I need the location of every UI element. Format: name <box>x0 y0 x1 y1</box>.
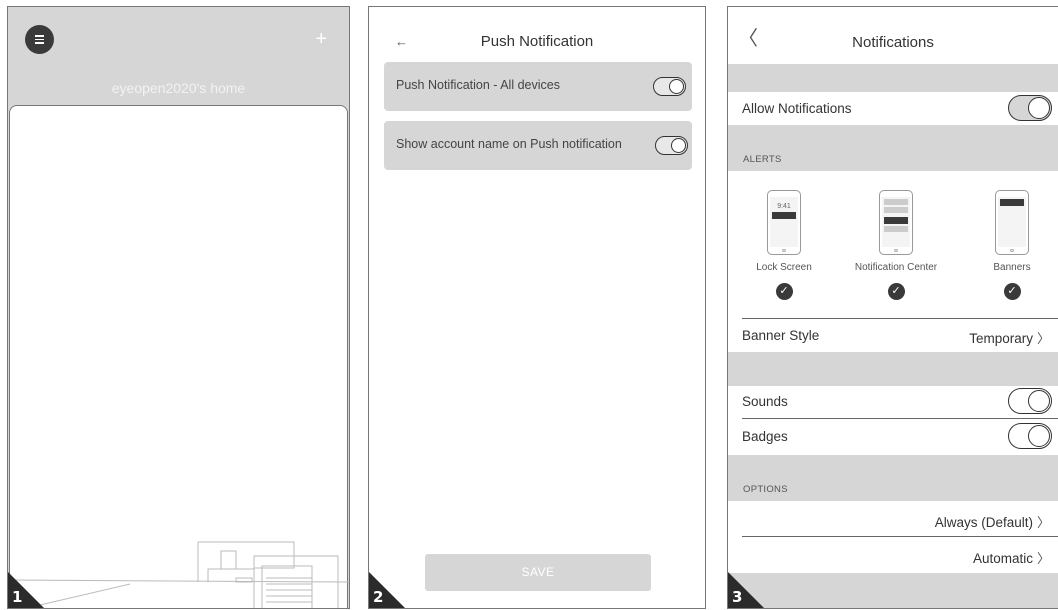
banner-style-value: Temporary 〉 <box>969 331 1050 346</box>
toggle-knob <box>671 138 686 153</box>
chevron-right-icon: 〉 <box>1036 331 1050 346</box>
spacer <box>728 573 1058 608</box>
notifications-settings-panel: 〈 Notifications Allow Notifications ALER… <box>727 6 1058 609</box>
badges-label: Badges <box>742 429 788 444</box>
show-previews-row[interactable]: Always (Default) 〉 <box>728 501 1058 536</box>
save-button[interactable]: SAVE <box>425 554 651 591</box>
alert-label: Banners <box>993 262 1031 273</box>
checkmark-icon[interactable]: ✓ <box>775 283 793 300</box>
chevron-right-icon: 〉 <box>1036 551 1050 566</box>
push-notification-panel: ← Push Notification Push Notification - … <box>368 6 706 609</box>
show-account-name-row: Show account name on Push notification <box>384 121 692 170</box>
home-card <box>9 105 349 608</box>
alerts-header-bar: ALERTS <box>728 125 1058 171</box>
alert-banners[interactable]: Banners ✓ <box>962 190 1058 300</box>
alert-lock-screen[interactable]: 9:41 Lock Screen ✓ <box>734 190 834 300</box>
chevron-right-icon: 〉 <box>1036 515 1050 530</box>
phone-notification-center-icon <box>879 190 913 255</box>
step-number: 1 <box>12 588 23 606</box>
page-title: Notifications <box>852 34 934 51</box>
alert-notification-center[interactable]: Notification Center ✓ <box>846 190 946 300</box>
checkmark-icon[interactable]: ✓ <box>1003 283 1021 300</box>
alert-label: Notification Center <box>854 262 938 273</box>
alerts-header: ALERTS <box>743 154 782 165</box>
show-previews-value: Always (Default) 〉 <box>934 515 1050 530</box>
grouping-row[interactable]: Automatic 〉 <box>728 537 1058 573</box>
row-label: Push Notification - All devices <box>396 78 560 92</box>
allow-notifications-label: Allow Notifications <box>742 101 852 116</box>
checkmark-icon[interactable]: ✓ <box>887 283 905 300</box>
badges-row: Badges <box>728 419 1058 455</box>
toggle-knob <box>1028 390 1050 412</box>
banner-style-label: Banner Style <box>742 328 820 343</box>
spacer <box>728 352 1058 386</box>
sounds-label: Sounds <box>742 394 788 409</box>
toggle-knob <box>1028 425 1050 447</box>
menu-icon[interactable] <box>25 25 54 54</box>
spacer <box>728 64 1058 92</box>
push-all-devices-toggle[interactable] <box>653 77 686 96</box>
header: 〈 Notifications <box>728 7 1058 67</box>
show-account-name-toggle[interactable] <box>655 136 688 155</box>
step-number: 3 <box>732 588 743 606</box>
toggle-knob <box>669 79 684 94</box>
banner-style-row[interactable]: Banner Style Temporary 〉 <box>728 319 1058 352</box>
plus-icon[interactable]: + <box>315 29 327 49</box>
options-header-bar: OPTIONS <box>728 455 1058 501</box>
phone-lock-screen-icon: 9:41 <box>767 190 801 255</box>
row-label: Show account name on Push notification <box>396 137 622 151</box>
home-screen-panel: + eyeopen2020's home 1 <box>7 6 350 609</box>
options-header: OPTIONS <box>743 484 788 495</box>
allow-notifications-row: Allow Notifications <box>728 92 1058 125</box>
lock-screen-time: 9:41 <box>777 203 791 210</box>
phone-banners-icon <box>995 190 1029 255</box>
sounds-toggle[interactable] <box>1008 388 1052 414</box>
alert-label: Lock Screen <box>756 262 812 273</box>
allow-notifications-toggle[interactable] <box>1008 95 1052 121</box>
step-number: 2 <box>373 588 384 606</box>
grouping-value: Automatic 〉 <box>972 551 1050 566</box>
house-illustration <box>10 541 349 608</box>
badges-toggle[interactable] <box>1008 423 1052 449</box>
push-all-devices-row: Push Notification - All devices <box>384 62 692 111</box>
toggle-knob <box>1028 97 1050 119</box>
page-title: Push Notification <box>480 33 594 50</box>
home-title: eyeopen2020's home <box>111 80 246 96</box>
sounds-row: Sounds <box>728 386 1058 419</box>
